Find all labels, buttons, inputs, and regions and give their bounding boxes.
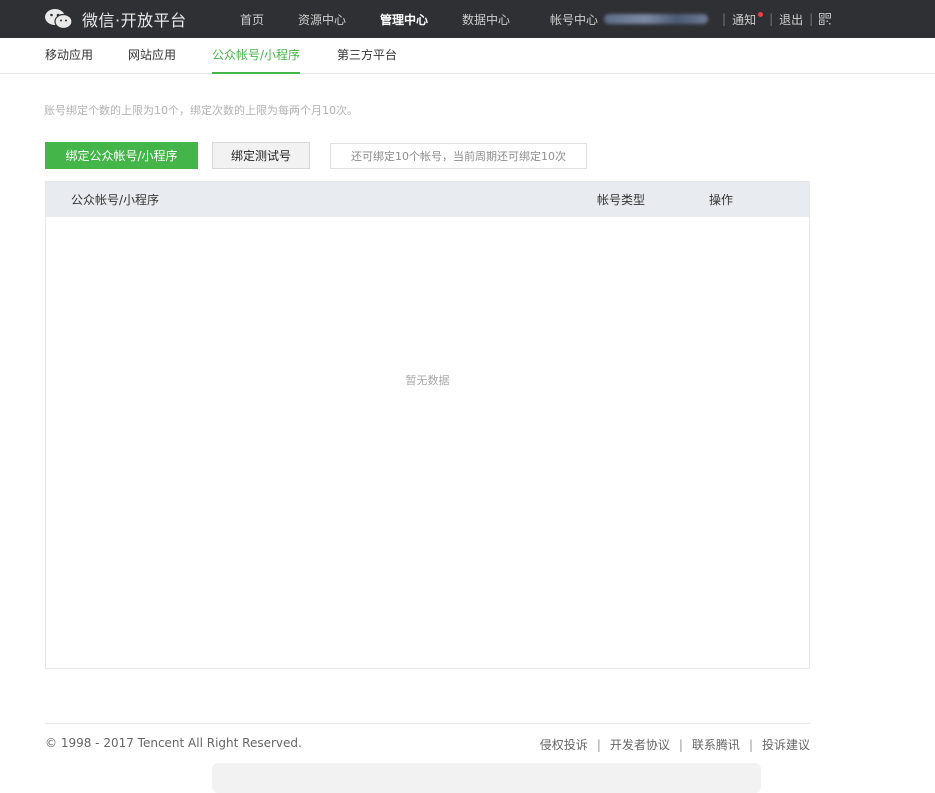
logout-link[interactable]: 退出 — [779, 11, 803, 28]
footer-links: 侵权投诉 | 开发者协议 | 联系腾讯 | 投诉建议 — [540, 736, 810, 753]
tab-mobile-apps[interactable]: 移动应用 — [45, 38, 93, 74]
top-navbar: 微信·开放平台 首页 资源中心 管理中心 数据中心 帐号中心 | 通知 | 退出… — [0, 0, 935, 38]
tab-website-apps[interactable]: 网站应用 — [128, 38, 176, 74]
copyright-text: © 1998 - 2017 Tencent All Right Reserved… — [45, 736, 302, 750]
remaining-quota-text: 还可绑定10个帐号，当前周期还可绑定10次 — [330, 143, 587, 169]
binding-limit-hint: 账号绑定个数的上限为10个，绑定次数的上限为每两个月10次。 — [44, 104, 358, 117]
sub-tabs: 移动应用 网站应用 公众帐号/小程序 第三方平台 — [0, 38, 935, 74]
account-center-link[interactable]: 帐号中心 — [550, 11, 598, 28]
notice-label: 通知 — [732, 12, 757, 27]
tab-official-accounts[interactable]: 公众帐号/小程序 — [212, 38, 301, 74]
tab-third-party-platform[interactable]: 第三方平台 — [337, 38, 397, 74]
bind-account-button[interactable]: 绑定公众帐号/小程序 — [45, 142, 198, 169]
bind-test-account-button[interactable]: 绑定测试号 — [212, 142, 310, 169]
wechat-logo-icon — [45, 9, 73, 30]
empty-state-text: 暂无数据 — [405, 374, 450, 387]
brand-title: 微信·开放平台 — [82, 11, 187, 30]
bottom-panel — [212, 763, 761, 793]
footer-separator: | — [596, 737, 601, 752]
footer-divider — [45, 723, 810, 724]
footer-link-developer-agreement[interactable]: 开发者协议 — [610, 736, 670, 753]
footer-separator: | — [678, 737, 683, 752]
notice-link[interactable]: 通知 — [732, 11, 764, 28]
footer-link-infringement[interactable]: 侵权投诉 — [540, 736, 588, 753]
separator: | — [769, 12, 774, 26]
column-header-type: 帐号类型 — [597, 193, 646, 207]
qrcode-icon[interactable] — [819, 13, 832, 25]
main-nav: 首页 资源中心 管理中心 数据中心 — [240, 0, 544, 38]
notice-badge-dot — [758, 11, 764, 17]
footer-link-contact-tencent[interactable]: 联系腾讯 — [692, 736, 740, 753]
account-area: 帐号中心 | 通知 | 退出 | — [550, 0, 832, 38]
footer-separator: | — [748, 737, 753, 752]
separator: | — [809, 12, 814, 26]
column-header-actions: 操作 — [709, 193, 734, 207]
bound-accounts-table: 公众帐号/小程序 帐号类型 操作 暂无数据 — [45, 181, 810, 669]
nav-data[interactable]: 数据中心 — [462, 11, 510, 28]
footer-link-complaints[interactable]: 投诉建议 — [762, 736, 810, 753]
separator: | — [722, 12, 727, 26]
nav-resources[interactable]: 资源中心 — [298, 11, 346, 28]
table-header: 公众帐号/小程序 帐号类型 操作 — [46, 182, 809, 217]
nav-home[interactable]: 首页 — [240, 11, 264, 28]
column-header-account: 公众帐号/小程序 — [71, 193, 160, 207]
account-email-blurred — [604, 14, 709, 24]
logo[interactable]: 微信·开放平台 — [44, 0, 187, 38]
nav-management[interactable]: 管理中心 — [380, 11, 428, 28]
